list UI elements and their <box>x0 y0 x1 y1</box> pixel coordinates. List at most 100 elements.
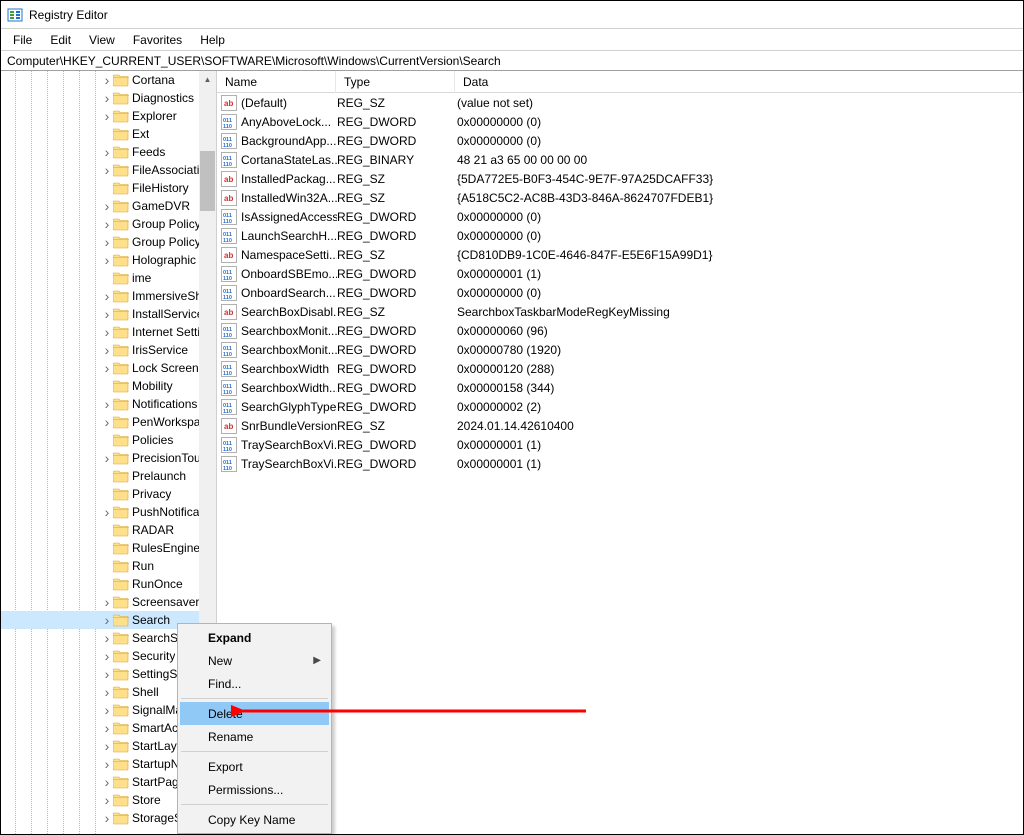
tree-item[interactable]: ›StartPage <box>1 773 206 791</box>
value-row[interactable]: 011110TraySearchBoxVi...REG_DWORD0x00000… <box>217 435 1023 454</box>
tree-item[interactable]: FileHistory <box>1 179 206 197</box>
tree-item[interactable]: ›SearchSettings <box>1 629 206 647</box>
tree-item[interactable]: ›Lock Screen <box>1 359 206 377</box>
tree-item[interactable]: Ext <box>1 125 206 143</box>
tree-item[interactable]: ›Diagnostics <box>1 89 206 107</box>
address-bar[interactable]: Computer\HKEY_CURRENT_USER\SOFTWARE\Micr… <box>1 51 1023 71</box>
tree-item[interactable]: ime <box>1 269 206 287</box>
value-row[interactable]: 011110AnyAboveLock...REG_DWORD0x00000000… <box>217 112 1023 131</box>
tree-item[interactable]: ›ImmersiveShell <box>1 287 206 305</box>
chevron-right-icon[interactable]: › <box>101 722 113 734</box>
tree-item[interactable]: Privacy <box>1 485 206 503</box>
chevron-right-icon[interactable]: › <box>101 686 113 698</box>
chevron-right-icon[interactable]: › <box>101 398 113 410</box>
tree-item[interactable]: ›Cortana <box>1 71 206 89</box>
tree-item[interactable]: ›StorageSense <box>1 809 206 827</box>
chevron-right-icon[interactable]: › <box>101 596 113 608</box>
chevron-right-icon[interactable]: › <box>101 362 113 374</box>
menu-edit[interactable]: Edit <box>42 31 79 49</box>
chevron-right-icon[interactable]: › <box>101 614 113 626</box>
menu-help[interactable]: Help <box>192 31 233 49</box>
chevron-right-icon[interactable]: › <box>101 290 113 302</box>
ctx-expand[interactable]: Expand <box>180 626 329 649</box>
chevron-right-icon[interactable]: › <box>101 506 113 518</box>
chevron-right-icon[interactable]: › <box>101 308 113 320</box>
value-row[interactable]: 011110OnboardSBEmo...REG_DWORD0x00000001… <box>217 264 1023 283</box>
tree-item[interactable]: Run <box>1 557 206 575</box>
ctx-delete[interactable]: Delete <box>180 702 329 725</box>
chevron-right-icon[interactable]: › <box>101 776 113 788</box>
menu-view[interactable]: View <box>81 31 123 49</box>
menu-favorites[interactable]: Favorites <box>125 31 190 49</box>
col-data[interactable]: Data <box>455 71 1023 93</box>
ctx-rename[interactable]: Rename <box>180 725 329 748</box>
chevron-right-icon[interactable]: › <box>101 200 113 212</box>
value-row[interactable]: 011110IsAssignedAccessREG_DWORD0x0000000… <box>217 207 1023 226</box>
chevron-right-icon[interactable]: › <box>101 326 113 338</box>
chevron-right-icon[interactable]: › <box>101 236 113 248</box>
tree-item[interactable]: Mobility <box>1 377 206 395</box>
value-row[interactable]: abSearchBoxDisabl...REG_SZSearchboxTaskb… <box>217 302 1023 321</box>
tree-item[interactable]: ›Explorer <box>1 107 206 125</box>
chevron-right-icon[interactable]: › <box>101 704 113 716</box>
chevron-right-icon[interactable]: › <box>101 668 113 680</box>
chevron-right-icon[interactable]: › <box>101 632 113 644</box>
tree-item[interactable]: ›Screensavers <box>1 593 206 611</box>
value-row[interactable]: ab(Default)REG_SZ(value not set) <box>217 93 1023 112</box>
tree-item[interactable]: ›SmartActionPlatform <box>1 719 206 737</box>
col-name[interactable]: Name <box>217 71 336 93</box>
chevron-right-icon[interactable]: › <box>101 164 113 176</box>
value-row[interactable]: abInstalledWin32A...REG_SZ{A518C5C2-AC8B… <box>217 188 1023 207</box>
value-row[interactable]: abSnrBundleVersionREG_SZ2024.01.14.42610… <box>217 416 1023 435</box>
tree-item[interactable]: ›Notifications <box>1 395 206 413</box>
tree-item[interactable]: ›PenWorkspace <box>1 413 206 431</box>
ctx-permissions[interactable]: Permissions... <box>180 778 329 801</box>
value-row[interactable]: 011110SearchGlyphTypeREG_DWORD0x00000002… <box>217 397 1023 416</box>
chevron-right-icon[interactable]: › <box>101 74 113 86</box>
value-row[interactable]: 011110SearchboxWidth...REG_DWORD0x000001… <box>217 378 1023 397</box>
ctx-new[interactable]: New ▶ <box>180 649 329 672</box>
tree-item[interactable]: ›Security <box>1 647 206 665</box>
value-row[interactable]: 011110SearchboxMonit...REG_DWORD0x000007… <box>217 340 1023 359</box>
scroll-up-icon[interactable]: ▲ <box>199 71 216 88</box>
value-row[interactable]: 011110OnboardSearch...REG_DWORD0x0000000… <box>217 283 1023 302</box>
tree-item[interactable]: RunOnce <box>1 575 206 593</box>
chevron-right-icon[interactable]: › <box>101 740 113 752</box>
tree-item[interactable]: Prelaunch <box>1 467 206 485</box>
chevron-right-icon[interactable]: › <box>101 146 113 158</box>
tree-item[interactable]: ›GameDVR <box>1 197 206 215</box>
value-row[interactable]: 011110SearchboxWidthREG_DWORD0x00000120 … <box>217 359 1023 378</box>
tree-item[interactable]: ›Store <box>1 791 206 809</box>
tree-item[interactable]: ›Internet Settings <box>1 323 206 341</box>
tree-item[interactable]: ›Group Policy <box>1 215 206 233</box>
tree-item[interactable]: ›Search <box>1 611 206 629</box>
chevron-right-icon[interactable]: › <box>101 650 113 662</box>
tree-item[interactable]: Policies <box>1 431 206 449</box>
chevron-right-icon[interactable]: › <box>101 254 113 266</box>
value-row[interactable]: abNamespaceSetti...REG_SZ{CD810DB9-1C0E-… <box>217 245 1023 264</box>
tree-item[interactable]: ›InstallService <box>1 305 206 323</box>
tree-item[interactable]: ›Holographic <box>1 251 206 269</box>
chevron-right-icon[interactable]: › <box>101 110 113 122</box>
chevron-right-icon[interactable]: › <box>101 794 113 806</box>
chevron-right-icon[interactable]: › <box>101 218 113 230</box>
tree-item[interactable]: ›SettingSync <box>1 665 206 683</box>
chevron-right-icon[interactable]: › <box>101 416 113 428</box>
value-row[interactable]: 011110TraySearchBoxVi...REG_DWORD0x00000… <box>217 454 1023 473</box>
tree-item[interactable]: ›FileAssociations <box>1 161 206 179</box>
chevron-right-icon[interactable]: › <box>101 92 113 104</box>
chevron-right-icon[interactable]: › <box>101 344 113 356</box>
chevron-right-icon[interactable]: › <box>101 758 113 770</box>
values-list[interactable]: ab(Default)REG_SZ(value not set)011110An… <box>217 93 1023 834</box>
tree-item[interactable]: ›Group Policy <box>1 233 206 251</box>
ctx-export[interactable]: Export <box>180 755 329 778</box>
ctx-copy-key-name[interactable]: Copy Key Name <box>180 808 329 831</box>
value-row[interactable]: 011110CortanaStateLas...REG_BINARY48 21 … <box>217 150 1023 169</box>
chevron-right-icon[interactable]: › <box>101 452 113 464</box>
value-row[interactable]: 011110LaunchSearchH...REG_DWORD0x0000000… <box>217 226 1023 245</box>
value-row[interactable]: 011110SearchboxMonit...REG_DWORD0x000000… <box>217 321 1023 340</box>
menu-file[interactable]: File <box>5 31 40 49</box>
tree-item[interactable]: ›StartLayout <box>1 737 206 755</box>
tree-item[interactable]: RulesEngine <box>1 539 206 557</box>
scroll-thumb[interactable] <box>200 151 215 211</box>
